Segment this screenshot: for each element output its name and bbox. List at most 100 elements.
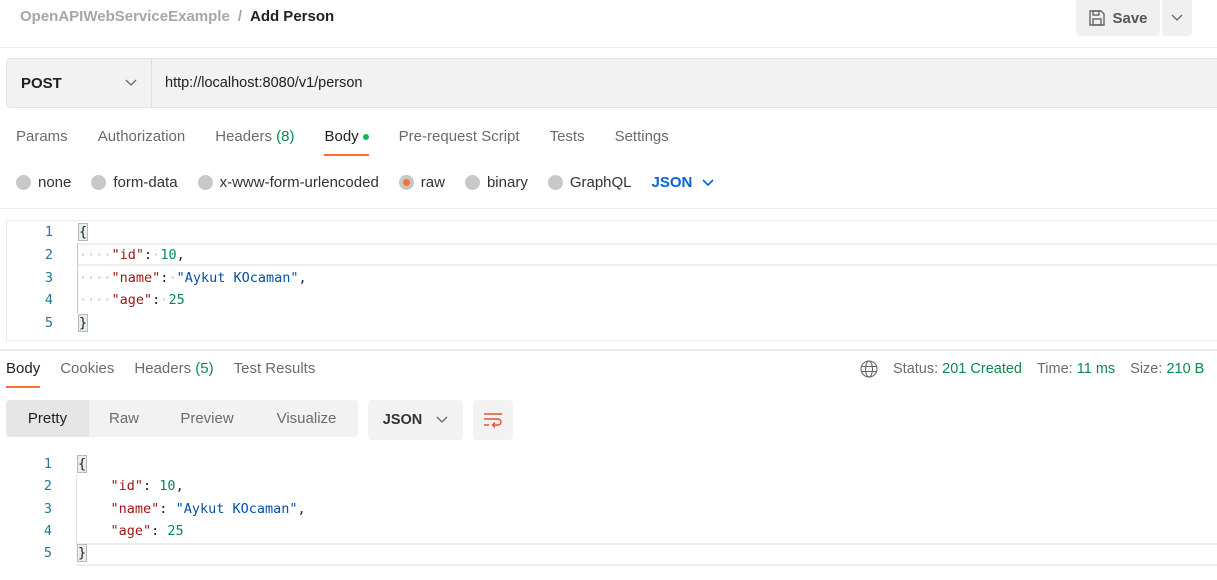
radio-label: raw [420,174,445,191]
radio-graphql[interactable]: GraphQL [547,174,632,191]
json-number: 10 [160,247,177,263]
current-line-highlight [77,243,1217,266]
line-number: 2 [43,478,52,494]
tab-tests[interactable]: Tests [550,128,585,155]
response-tab-headers[interactable]: Headers (5) [134,360,213,387]
tab-params[interactable]: Params [16,128,68,155]
line-number: 4 [44,292,53,308]
json-string: "Aykut KOcaman" [175,501,298,517]
view-mode-toggle: Pretty Raw Preview Visualize [6,400,358,437]
line-number: 3 [44,270,53,286]
status[interactable]: Status: 201 Created [893,361,1022,377]
tab-headers[interactable]: Headers (8) [215,128,294,155]
json-key: "age" [110,523,152,539]
radio-icon [91,175,107,190]
request-tabs: Params Authorization Headers (8) Body Pr… [16,128,669,156]
breadcrumb-collection[interactable]: OpenAPIWebServiceExample [20,8,230,25]
open-brace: { [76,455,88,473]
json-number: 25 [167,523,184,539]
view-visualize[interactable]: Visualize [255,400,358,437]
radio-icon [464,175,480,190]
view-preview[interactable]: Preview [159,400,255,437]
tab-body[interactable]: Body [324,128,369,156]
tab-settings[interactable]: Settings [615,128,669,155]
radio-raw[interactable]: raw [398,174,445,191]
line-number: 2 [44,247,53,263]
url-input[interactable]: http://localhost:8080/v1/person [152,75,363,91]
tab-label: Tests [549,128,585,145]
radio-form-data[interactable]: form-data [91,174,178,191]
response-tab-body[interactable]: Body [6,360,41,388]
save-label: Save [1112,9,1148,27]
divider [0,208,1217,209]
radio-label: x-www-form-urlencoded [219,174,379,191]
open-brace: { [77,223,89,241]
tab-label: Cookies [60,360,115,377]
response-status-bar: Status: 201 Created Time: 11 ms Size: 21… [860,360,1204,378]
tab-label: Body [324,128,359,145]
chevron-down-icon [1171,14,1183,21]
method-label: POST [21,74,62,92]
breadcrumb-separator: / [237,8,242,25]
headers-count: (8) [276,128,295,145]
close-brace: } [76,544,88,562]
radio-binary[interactable]: binary [464,174,528,191]
indent-guide [77,243,78,313]
json-number: 25 [168,292,185,308]
radio-x-www-form-urlencoded[interactable]: x-www-form-urlencoded [197,174,379,191]
modified-dot-icon [362,134,369,141]
tab-label: Body [6,360,41,377]
tab-label: Pre-request Script [398,128,520,145]
chevron-down-icon [125,79,137,86]
wrap-lines-button[interactable] [473,400,513,440]
radio-label: form-data [113,174,178,191]
tab-label: Settings [614,128,669,145]
url-bar: POST http://localhost:8080/v1/person [6,58,1217,108]
method-select[interactable]: POST [7,59,152,107]
json-key: "name" [110,501,160,517]
line-number: 5 [43,545,52,561]
radio-label: none [38,174,72,191]
size[interactable]: Size: 210 B [1130,361,1204,377]
tab-pre-request-script[interactable]: Pre-request Script [399,128,520,155]
wrap-icon [484,413,502,428]
globe-icon[interactable] [860,360,878,378]
current-line-highlight [76,543,1217,566]
line-number: 3 [43,501,52,517]
save-options-button[interactable] [1162,0,1192,36]
close-brace: } [77,314,89,332]
radio-selected-icon [398,175,414,190]
tab-label: Authorization [97,128,186,145]
tab-label: Headers [134,360,192,377]
indent-guide [76,475,77,545]
json-key: "name" [111,270,161,286]
response-tab-test-results[interactable]: Test Results [234,360,316,387]
save-button[interactable]: Save [1076,0,1160,36]
line-number: 4 [43,523,52,539]
request-body-editor[interactable]: 1 2 3 4 5 { ····"id":·10, ····"name":·"A… [6,220,1217,341]
view-pretty[interactable]: Pretty [6,400,89,437]
view-raw[interactable]: Raw [89,400,159,437]
body-language-select[interactable]: JSON [652,174,715,191]
line-number: 1 [44,224,53,240]
request-name[interactable]: Add Person [250,8,334,25]
radio-icon [16,175,31,190]
radio-icon [547,175,563,190]
divider [0,47,1217,48]
response-body-viewer[interactable]: 1 2 3 4 5 { "id": 10, "name": "Aykut KOc… [6,453,1217,568]
chevron-down-icon [436,416,448,423]
line-number: 1 [43,456,52,472]
time[interactable]: Time: 11 ms [1037,361,1115,377]
json-key: "id" [111,247,145,263]
chevron-down-icon [702,178,714,186]
language-label: JSON [382,412,423,428]
tab-authorization[interactable]: Authorization [98,128,186,155]
response-language-select[interactable]: JSON [368,400,463,440]
radio-none[interactable]: none [16,174,71,191]
language-label: JSON [651,174,693,191]
pane-resizer[interactable] [0,349,1217,351]
response-tab-cookies[interactable]: Cookies [60,360,114,387]
response-tabs: Body Cookies Headers (5) Test Results [6,360,316,388]
tab-label: Params [16,128,68,145]
tab-label: Headers [215,128,272,145]
